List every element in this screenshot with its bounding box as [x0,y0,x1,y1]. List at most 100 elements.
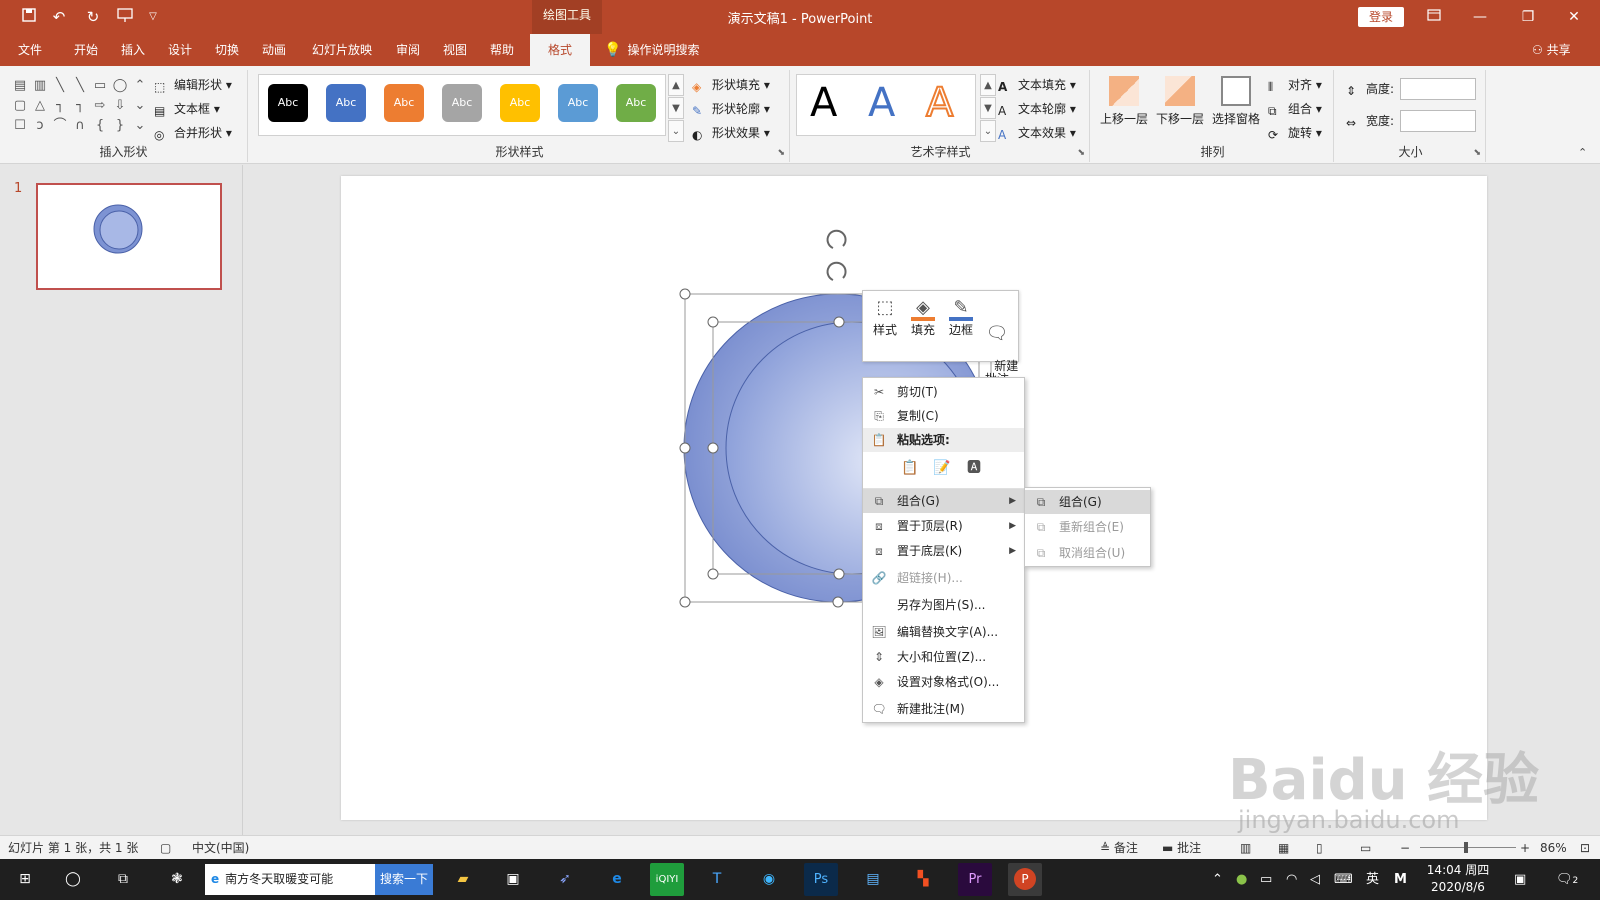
scroll-down-icon[interactable]: ▼ [668,97,684,119]
taskbar-clock[interactable]: 14:04 周四 2020/8/6 [1422,862,1494,896]
collapse-ribbon-icon[interactable]: ⌃ [1578,146,1587,159]
more-shapes-icon[interactable]: ⌃ [130,76,150,96]
app-screen-icon[interactable]: ▤ [856,863,890,896]
arrow-right-shape-icon[interactable]: ⇨ [90,96,110,116]
rectangle-shape-icon[interactable]: ▭ [90,76,110,96]
rotate-button[interactable]: ⟳ 旋转 ▾ [1268,122,1322,144]
tab-design[interactable]: 设计 [160,34,200,66]
scroll-down-icon[interactable]: ▼ [980,97,996,119]
undo-icon[interactable]: ↶ [48,7,70,27]
redo-icon[interactable]: ↻ [82,7,104,27]
wordart-sample[interactable]: A [868,80,895,126]
expand-gallery-icon[interactable]: ⌄ [980,120,996,142]
app-t-icon[interactable]: T [700,863,734,896]
more-shapes-icon[interactable]: ⌄ [130,96,150,116]
line-shape-icon[interactable]: ╲ [50,76,70,96]
taskbar-search-box[interactable]: e 南方冬天取暖变可能 搜索一下 [205,864,433,895]
action-center-icon[interactable]: ▣ [1514,859,1526,900]
menu-item-edit-alt-text[interactable]: 🖼 编辑替换文字(A)... [863,620,1024,644]
paste-use-destination-icon[interactable]: 📋 [897,456,923,480]
text-effects-button[interactable]: A 文本效果 ▾ [998,122,1076,144]
text-outline-button[interactable]: A 文本轮廓 ▾ [998,98,1076,120]
close-icon[interactable]: ✕ [1556,5,1592,29]
notes-button[interactable]: ≜ 备注 [1100,836,1138,860]
zoom-in-icon[interactable]: + [1520,836,1530,860]
tell-me-search[interactable]: 💡 操作说明搜索 [604,34,699,66]
paste-keep-source-icon[interactable]: 📝 [929,456,955,480]
dialog-launcher-icon[interactable]: ⬊ [1473,148,1481,158]
login-button[interactable]: 登录 [1358,7,1404,27]
tab-view[interactable]: 视图 [435,34,475,66]
spellcheck-icon[interactable]: ▢ [160,836,171,860]
volume-icon[interactable]: ◁ [1310,859,1320,900]
menu-item-group[interactable]: ⧉ 组合(G) ▶ [863,489,1024,513]
comments-button[interactable]: ▬ 批注 [1162,836,1201,860]
tray-app-icon[interactable]: ● [1236,859,1247,900]
tab-home[interactable]: 开始 [66,34,106,66]
zoom-level[interactable]: 86% [1540,836,1567,860]
tab-review[interactable]: 审阅 [388,34,428,66]
menu-item-cut[interactable]: ✂ 剪切(T) [863,380,1024,404]
shape-style-swatch[interactable]: Abc [442,84,482,122]
shape-outline-button[interactable]: ✎ 形状轮廓 ▾ [692,98,770,120]
connector-shape-icon[interactable]: ┐ [70,96,90,116]
scroll-up-icon[interactable]: ▲ [668,74,684,96]
menu-item-save-as-picture[interactable]: 另存为图片(S)... [863,593,1024,617]
iqiyi-icon[interactable]: iQIYI [650,863,684,896]
shape-style-swatch[interactable]: Abc [268,84,308,122]
scroll-up-icon[interactable]: ▲ [980,74,996,96]
text-box-button[interactable]: ▤ 文本框 ▾ [154,98,220,120]
tab-help[interactable]: 帮助 [482,34,522,66]
expand-gallery-icon[interactable]: ⌄ [130,116,150,136]
line-shape-icon[interactable]: ╲ [70,76,90,96]
language-indicator[interactable]: 中文(中国) [192,836,249,860]
menu-item-size-position[interactable]: ⇕ 大小和位置(Z)... [863,645,1024,669]
shape-style-swatch[interactable]: Abc [500,84,540,122]
brace-left-shape-icon[interactable]: { [90,116,110,136]
edit-shape-button[interactable]: ⬚ 编辑形状 ▾ [154,74,232,96]
fit-to-window-icon[interactable]: ⊡ [1580,836,1590,860]
ime-language[interactable]: 英 [1366,859,1379,900]
shape-fill-button[interactable]: ◈ 形状填充 ▾ [692,74,770,96]
tab-insert[interactable]: 插入 [113,34,153,66]
vertical-textbox-shape-icon[interactable]: ▥ [30,76,50,96]
submenu-item-group[interactable]: ⧉ 组合(G) [1025,490,1150,514]
text-fill-button[interactable]: A 文本填充 ▾ [998,74,1076,96]
width-input[interactable] [1400,110,1476,132]
wifi-icon[interactable]: ◠ [1286,859,1297,900]
restore-icon[interactable]: ❐ [1510,5,1546,29]
rounded-rect-shape-icon[interactable]: ▢ [10,96,30,116]
height-input[interactable] [1400,78,1476,100]
oval-shape-icon[interactable]: ◯ [110,76,130,96]
wordart-sample[interactable]: A [925,79,954,127]
normal-view-icon[interactable]: ▥ [1240,836,1251,860]
share-button[interactable]: ⚇ 共享 [1532,34,1571,66]
shape-style-swatch[interactable]: Abc [558,84,598,122]
slide-thumbnail[interactable] [36,183,222,290]
shape-style-swatch[interactable]: Abc [326,84,366,122]
app-tiles-icon[interactable]: ▚ [906,863,940,896]
mini-style-button[interactable]: ⬚ 样式 [867,295,903,338]
rotate-handle-icon[interactable] [826,229,847,281]
tab-file[interactable]: 文件 [10,34,50,66]
shape-effects-button[interactable]: ◐ 形状效果 ▾ [692,122,770,144]
expand-gallery-icon[interactable]: ⌄ [668,120,684,142]
selection-pane-button[interactable]: 选择窗格 [1208,74,1264,127]
menu-item-send-to-back[interactable]: ⧈ 置于底层(K) ▶ [863,539,1024,563]
powerpoint-taskbar-icon[interactable]: P [1008,863,1042,896]
arrow-down-shape-icon[interactable]: ⇩ [110,96,130,116]
file-explorer-icon[interactable]: ▰ [446,863,480,896]
keyboard-icon[interactable]: ⌨ [1334,859,1353,900]
menu-item-new-comment[interactable]: 🗨 新建批注(M) [863,697,1024,721]
app-360-icon[interactable]: ❃ [160,863,194,896]
bring-forward-button[interactable]: 上移一层 [1096,74,1152,127]
freeform-shape-icon[interactable]: ☐ [10,116,30,136]
connector-shape-icon[interactable]: ┐ [50,96,70,116]
windows-start-icon[interactable]: ⊞ [8,863,42,896]
align-button[interactable]: ⫴ 对齐 ▾ [1268,74,1322,96]
curve-shape-icon[interactable]: ∩ [70,116,90,136]
triangle-shape-icon[interactable]: △ [30,96,50,116]
mini-border-button[interactable]: ✎ 边框 [943,295,979,338]
tab-format[interactable]: 格式 [530,34,590,66]
wordart-scroll[interactable]: ▲ ▼ ⌄ [980,74,996,143]
